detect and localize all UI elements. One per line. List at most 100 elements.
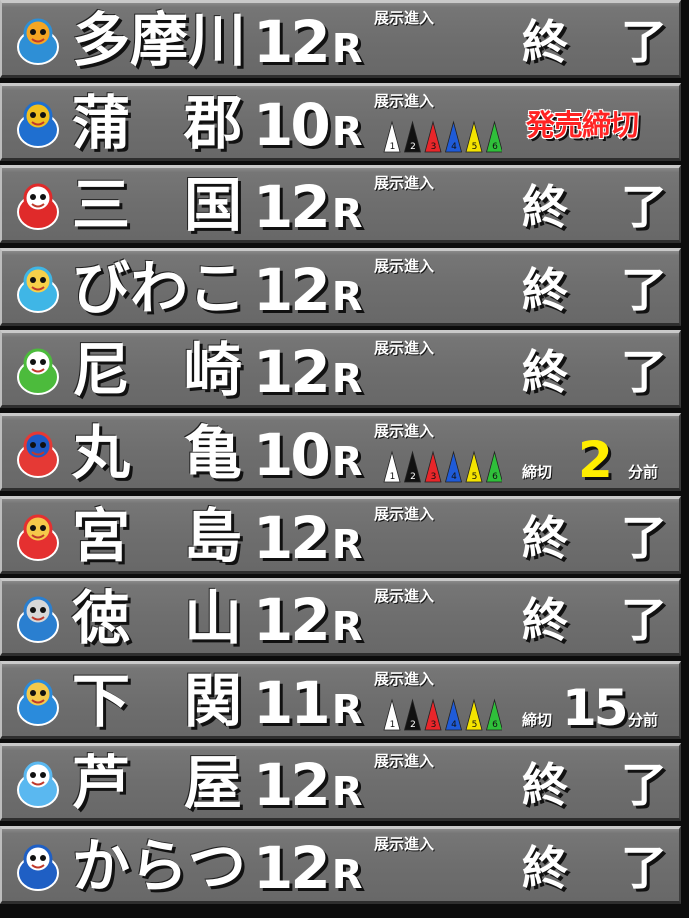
status-ended: 終了 xyxy=(522,750,667,820)
dolphin-blue-mascot-icon xyxy=(10,839,66,895)
race-suffix: R xyxy=(331,604,363,650)
venue-row[interactable]: 芦屋 12 R 展示進入 終了 xyxy=(0,743,681,821)
boat-mascot-icon xyxy=(10,96,66,152)
venue-name-char: 川 xyxy=(188,6,247,74)
venue-name-char: 国 xyxy=(183,171,242,239)
status-char: 了 xyxy=(621,180,667,234)
boat-number-3: 3 xyxy=(431,720,437,730)
venue-row[interactable]: 徳山 12 R 展示進入 終了 xyxy=(0,578,681,656)
exhibition-label: 展示進入 xyxy=(374,670,435,688)
status-ended: 終了 xyxy=(522,833,667,903)
dolphin-mascot-icon xyxy=(10,591,66,647)
venue-name-char: 芦 xyxy=(72,749,131,817)
boat-number-2: 2 xyxy=(410,472,416,482)
venue-row[interactable]: 下関 11 R 展示進入 1 2 3 4 5 6 締切 15 分前 xyxy=(0,661,681,739)
race-number: 12 R xyxy=(253,833,363,903)
venue-name-char: 多 xyxy=(72,6,131,74)
race-number-value: 12 xyxy=(253,834,331,902)
venue-row[interactable]: 宮島 12 R 展示進入 終了 xyxy=(0,496,681,574)
boat-number-3: 3 xyxy=(431,472,437,482)
race-suffix: R xyxy=(331,439,363,485)
boat-number-4: 4 xyxy=(451,720,457,730)
boat-number-1: 1 xyxy=(390,142,396,152)
venue-row[interactable]: 尼崎 12 R 展示進入 終了 xyxy=(0,330,681,408)
venue-name: 蒲郡 xyxy=(72,88,242,158)
race-number-value: 12 xyxy=(253,751,331,819)
venue-name: 徳山 xyxy=(72,583,242,653)
status-ended: 終了 xyxy=(522,255,667,325)
boat-cones-icon: 1 2 3 4 5 6 xyxy=(382,450,502,484)
venue-name-char: 尼 xyxy=(72,336,131,404)
boat-number-2: 2 xyxy=(410,142,416,152)
venue-name-char: 宮 xyxy=(72,502,131,570)
status-ended: 終了 xyxy=(522,585,667,655)
venue-name: 下関 xyxy=(72,666,242,736)
race-number-value: 12 xyxy=(253,504,331,572)
status-char: 了 xyxy=(621,15,667,69)
bird-mascot-icon xyxy=(10,13,66,69)
race-suffix: R xyxy=(331,191,363,237)
venue-name-char: 島 xyxy=(183,502,242,570)
status-char: 了 xyxy=(621,758,667,812)
venue-name-char: び xyxy=(72,254,131,322)
race-number: 12 R xyxy=(253,585,363,655)
boat-number-3: 3 xyxy=(431,142,437,152)
venue-row[interactable]: びわこ 12 R 展示進入 終了 xyxy=(0,248,681,326)
venue-name: 芦屋 xyxy=(72,748,242,818)
status-char: 終 xyxy=(522,511,568,565)
countdown-minutes: 2 xyxy=(578,431,613,489)
venue-row[interactable]: からつ 12 R 展示進入 終了 xyxy=(0,826,681,904)
race-number-value: 11 xyxy=(253,669,331,737)
status-char: 終 xyxy=(522,15,568,69)
exhibition-label: 展示進入 xyxy=(374,505,435,523)
exhibition-label: 展示進入 xyxy=(374,835,435,853)
venue-row[interactable]: 蒲郡 10 R 展示進入 1 2 3 4 5 6 発売締切 xyxy=(0,83,681,161)
venue-name-char: つ xyxy=(188,832,247,900)
venue-name-char: 摩 xyxy=(130,6,189,74)
exhibition-label: 展示進入 xyxy=(374,257,435,275)
countdown: 締切 15 分前 xyxy=(522,668,672,740)
status-sale-closed: 発売締切 xyxy=(526,108,639,142)
venue-name: 多摩川 xyxy=(72,5,246,75)
boat-number-5: 5 xyxy=(472,142,478,152)
venue-name-char: 崎 xyxy=(183,336,242,404)
venue-name-char: わ xyxy=(130,254,189,322)
venue-name-char: 亀 xyxy=(183,419,242,487)
venue-name-char: 三 xyxy=(72,171,131,239)
venue-row[interactable]: 三国 12 R 展示進入 終了 xyxy=(0,165,681,243)
race-number: 12 R xyxy=(253,750,363,820)
status-char: 了 xyxy=(621,511,667,565)
venue-name-char: 郡 xyxy=(183,89,242,157)
venue-row[interactable]: 丸亀 10 R 展示進入 1 2 3 4 5 6 締切 2 分前 xyxy=(0,413,681,491)
race-number: 12 R xyxy=(253,255,363,325)
boat-number-1: 1 xyxy=(390,472,396,482)
countdown-label: 締切 xyxy=(522,463,553,481)
countdown: 締切 2 分前 xyxy=(522,420,672,492)
boat-number-6: 6 xyxy=(492,720,498,730)
venue-name: 宮島 xyxy=(72,501,242,571)
race-number-value: 12 xyxy=(253,586,331,654)
bird-party-mascot-icon xyxy=(10,756,66,812)
race-suffix: R xyxy=(331,852,363,898)
boat-number-4: 4 xyxy=(451,472,457,482)
status-char: 終 xyxy=(522,180,568,234)
race-suffix: R xyxy=(331,26,363,72)
status-char: 了 xyxy=(621,263,667,317)
race-suffix: R xyxy=(331,356,363,402)
race-number: 10 R xyxy=(253,420,363,490)
status-ended: 終了 xyxy=(522,7,667,77)
boat-cones-icon: 1 2 3 4 5 6 xyxy=(382,120,502,154)
status-char: 終 xyxy=(522,593,568,647)
status-ended: 終了 xyxy=(522,172,667,242)
race-suffix: R xyxy=(331,687,363,733)
venue-name: からつ xyxy=(72,831,246,901)
boat-cones-icon: 1 2 3 4 5 6 xyxy=(382,698,502,732)
boat-number-5: 5 xyxy=(472,472,478,482)
venue-name-char: ら xyxy=(130,832,189,900)
venue-name-char: 屋 xyxy=(183,749,242,817)
exhibition-label: 展示進入 xyxy=(374,752,435,770)
venue-name: びわこ xyxy=(72,253,246,323)
race-number: 12 R xyxy=(253,172,363,242)
venue-row[interactable]: 多摩川 12 R 展示進入 終了 xyxy=(0,0,681,78)
venue-name-char: こ xyxy=(188,254,247,322)
